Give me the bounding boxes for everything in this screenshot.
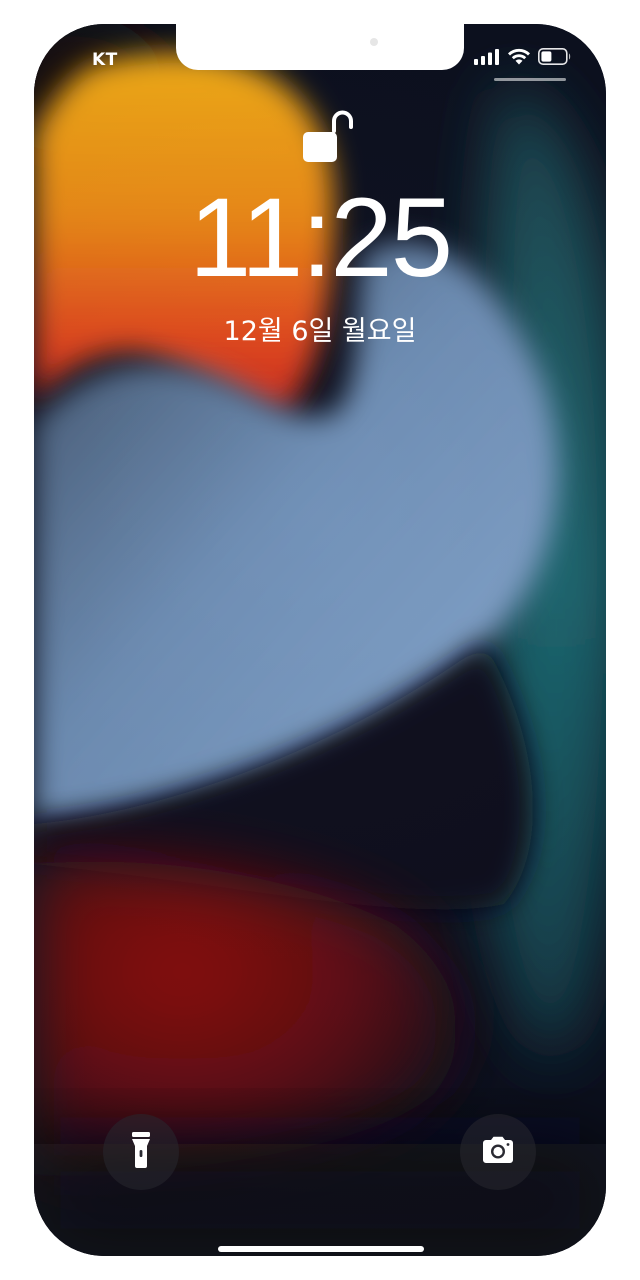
unlocked-padlock-icon: [300, 106, 360, 166]
flashlight-icon: [131, 1131, 151, 1173]
wifi-icon: [507, 48, 531, 65]
lock-screen-time: 11:25: [189, 175, 453, 300]
carrier-label: KT: [92, 50, 118, 70]
phone-screen: KT 11:25 12월 6일 월요일: [34, 24, 606, 1256]
cellular-signal-icon: [474, 48, 500, 65]
flashlight-button[interactable]: [103, 1114, 179, 1190]
control-center-indicator[interactable]: [494, 78, 566, 81]
lock-screen-date: 12월 6일 월요일: [223, 316, 417, 347]
front-sensor-dot: [370, 38, 378, 46]
camera-button[interactable]: [460, 1114, 536, 1190]
status-icons: [474, 48, 572, 65]
sensor-housing-notch: [176, 24, 464, 70]
home-indicator[interactable]: [218, 1246, 424, 1252]
camera-icon: [480, 1136, 516, 1168]
battery-icon: [538, 48, 572, 65]
